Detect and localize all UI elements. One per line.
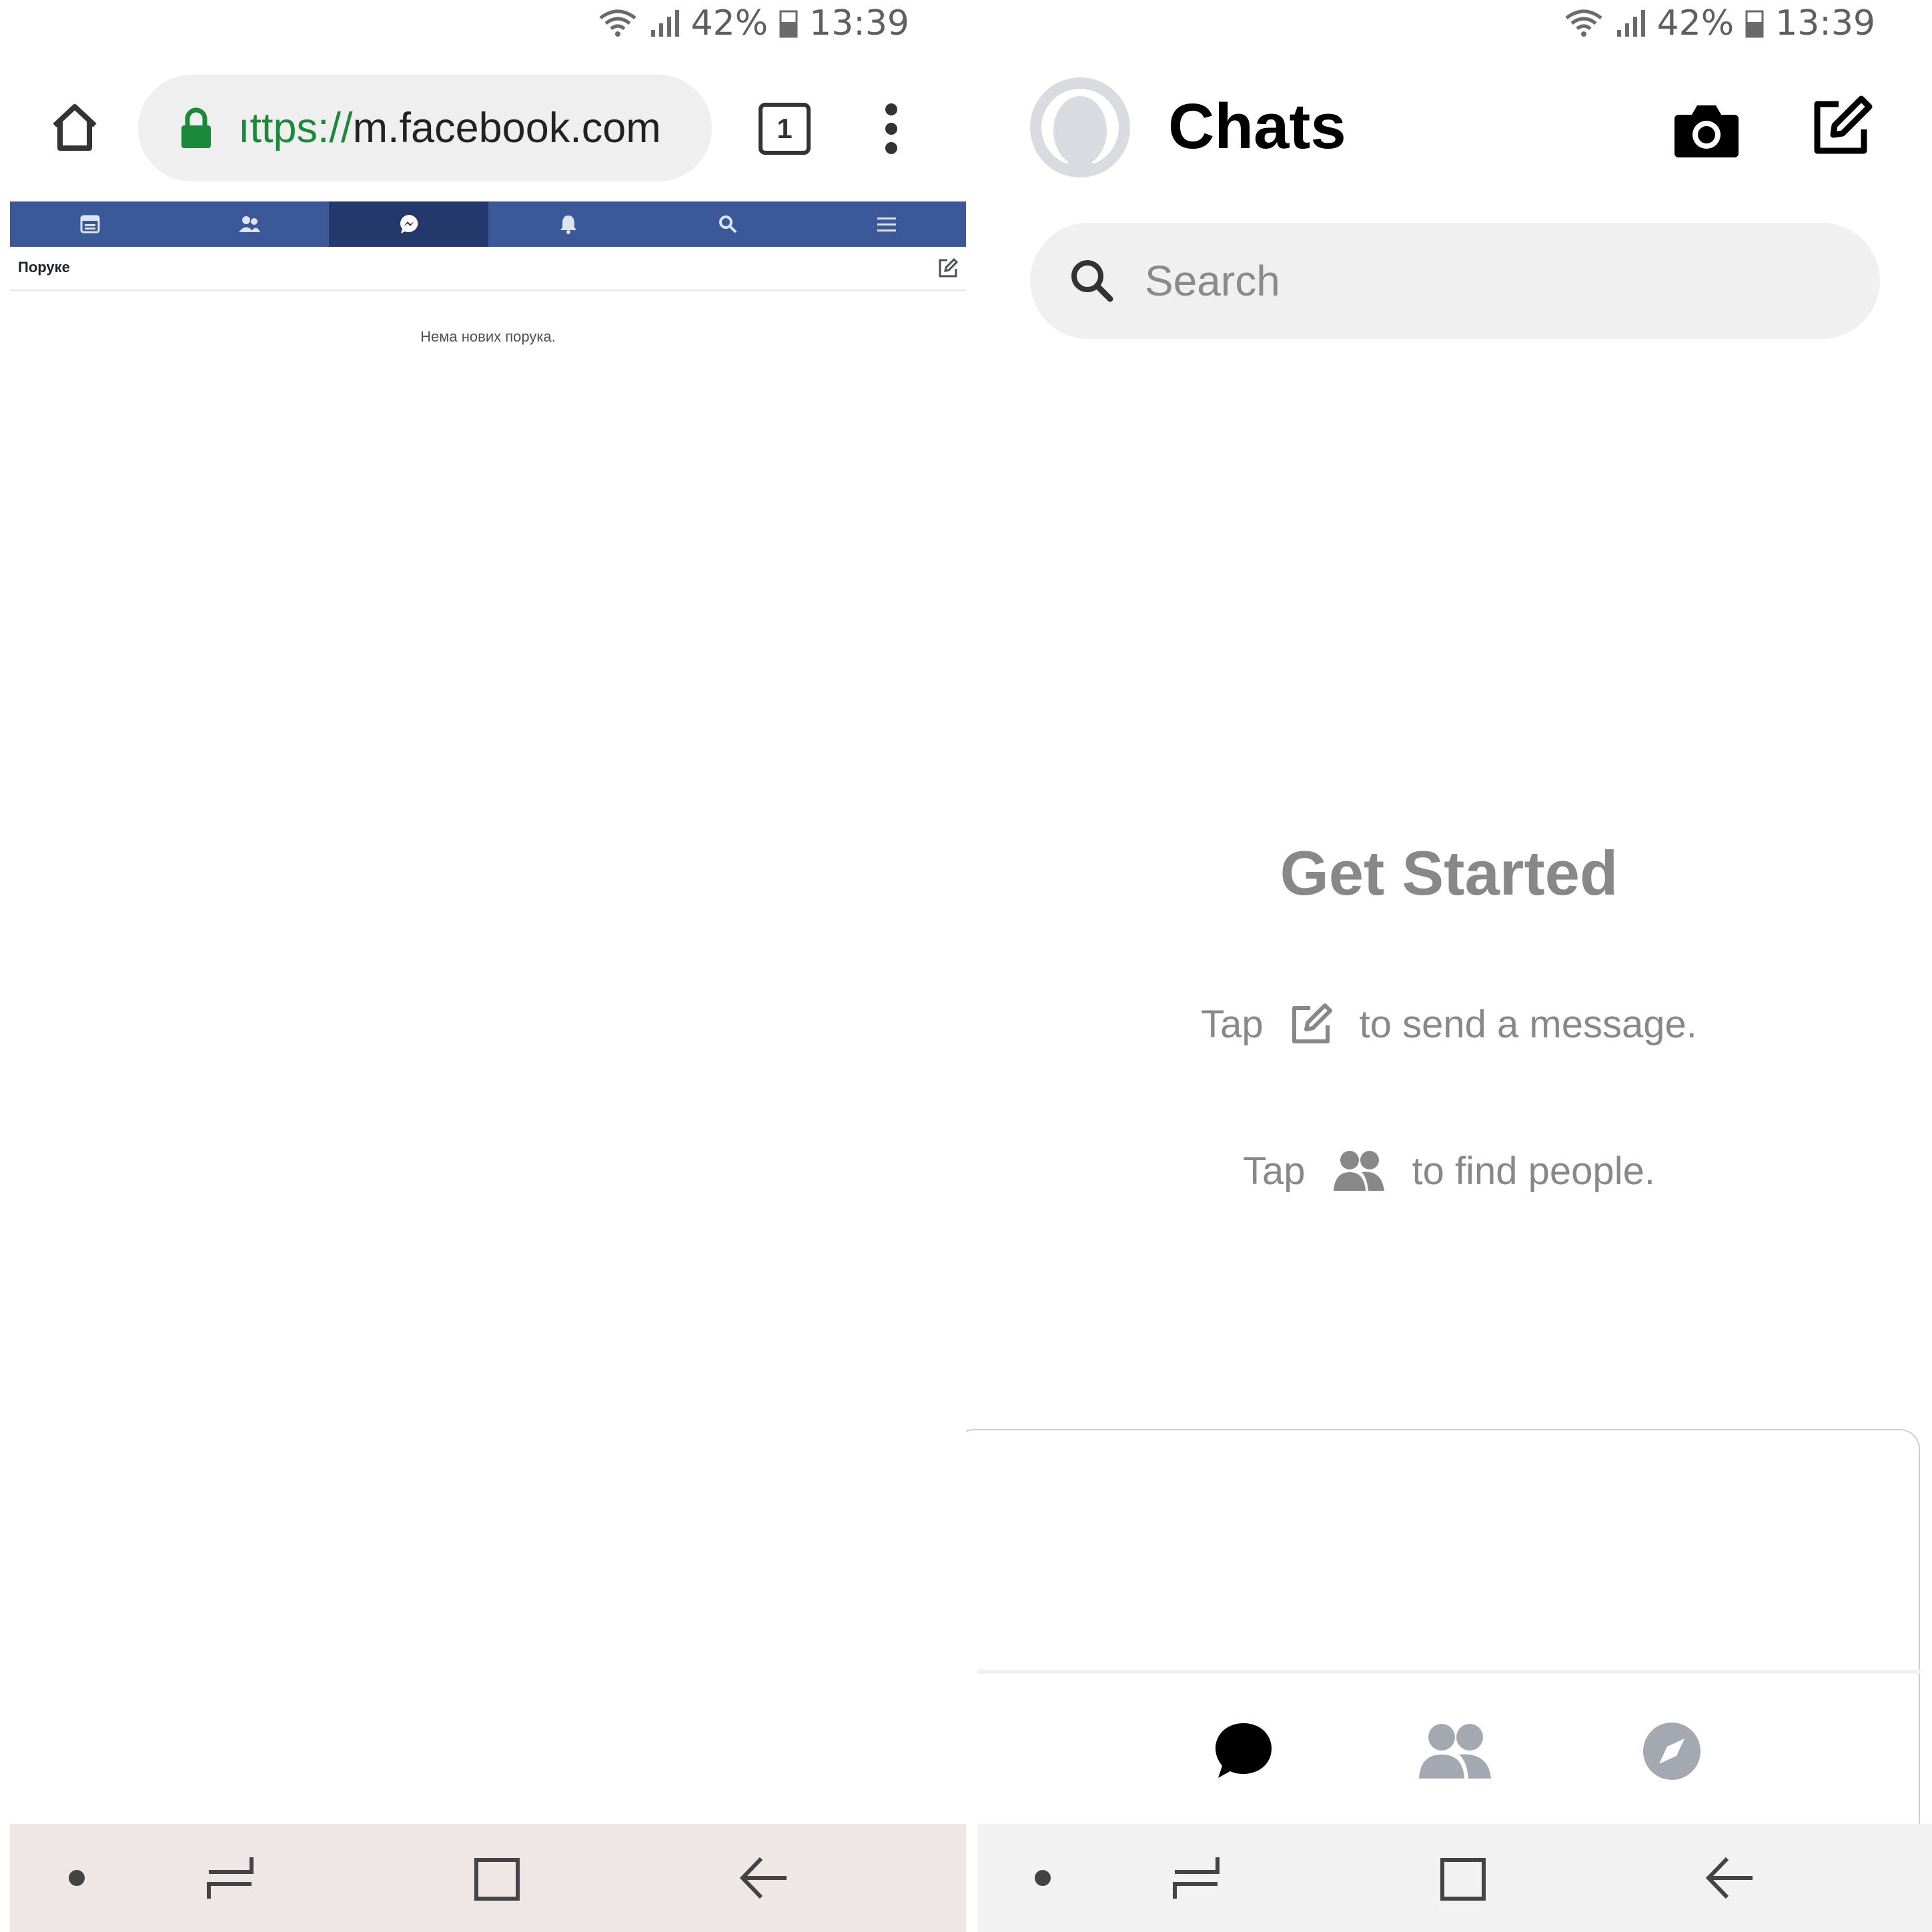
url-text: ıttps://m.facebook.com xyxy=(238,75,698,181)
compass-icon xyxy=(1643,1723,1701,1780)
compose-icon[interactable] xyxy=(937,258,959,279)
url-host: m.facebook.com xyxy=(352,105,661,151)
battery-percent: 42% xyxy=(1656,3,1735,43)
dot-icon xyxy=(69,1870,85,1886)
home-nav-button[interactable] xyxy=(457,1824,537,1932)
nav-news-feed[interactable] xyxy=(10,201,169,247)
chat-bubble-icon xyxy=(1216,1723,1272,1778)
tab-people[interactable] xyxy=(1415,1715,1495,1788)
wifi-icon xyxy=(1565,9,1602,37)
recents-button[interactable] xyxy=(190,1824,270,1932)
recents-button[interactable] xyxy=(1156,1824,1236,1932)
messenger-panel: 42% 13:39 Chats Search Get Started Tap t… xyxy=(966,0,1932,1932)
compose-icon xyxy=(1814,95,1873,154)
status-bar: 42% 13:39 xyxy=(598,0,909,47)
home-nav-button[interactable] xyxy=(1423,1824,1503,1932)
news-feed-icon xyxy=(80,215,99,233)
search-icon xyxy=(718,215,737,233)
camera-icon xyxy=(1674,105,1739,157)
nav-dot-button[interactable] xyxy=(1016,1824,1069,1932)
dot-icon xyxy=(1035,1870,1051,1886)
back-arrow-icon xyxy=(1705,1857,1753,1899)
messenger-icon xyxy=(400,215,418,233)
tab-discover[interactable] xyxy=(1635,1715,1709,1788)
wifi-icon xyxy=(599,9,636,37)
tab-switcher-button[interactable]: 1 xyxy=(753,100,817,157)
avatar[interactable] xyxy=(1030,77,1130,177)
profile-placeholder-icon xyxy=(1041,89,1119,177)
hamburger-icon xyxy=(877,217,896,231)
browser-panel: 42% 13:39 ıttps://m.facebook.com 1 Порук… xyxy=(0,0,966,1932)
battery-icon xyxy=(779,10,798,38)
clock: 13:39 xyxy=(1775,3,1875,43)
nav-notifications[interactable] xyxy=(488,201,648,247)
system-nav-bar xyxy=(10,1824,966,1932)
search-icon xyxy=(1071,260,1113,302)
home-icon xyxy=(53,104,97,151)
compose-icon xyxy=(1292,1003,1332,1043)
facebook-nav-bar xyxy=(10,201,966,247)
messages-header: Поруке xyxy=(10,247,966,291)
url-scheme: ıttps:// xyxy=(238,105,353,151)
search-placeholder: Search xyxy=(1145,257,1280,305)
tip-text: to send a message. xyxy=(1359,1002,1697,1046)
page-title: Chats xyxy=(1168,91,1346,162)
empty-messages-text: Нема нових порука. xyxy=(420,328,556,345)
home-square-icon xyxy=(474,1858,520,1901)
back-button[interactable] xyxy=(724,1824,804,1932)
address-bar[interactable]: ıttps://m.facebook.com xyxy=(138,75,712,181)
status-bar: 42% 13:39 xyxy=(1564,0,1875,47)
home-button[interactable] xyxy=(41,93,108,160)
home-square-icon xyxy=(1440,1858,1486,1901)
nav-menu[interactable] xyxy=(807,201,966,247)
people-icon xyxy=(1419,1724,1491,1779)
system-nav-bar xyxy=(977,1824,1932,1932)
new-message-button[interactable] xyxy=(1808,93,1875,160)
camera-button[interactable] xyxy=(1673,100,1740,160)
menu-button[interactable] xyxy=(871,99,911,159)
nav-dot-button[interactable] xyxy=(50,1824,103,1932)
recents-icon xyxy=(207,1857,254,1899)
battery-percent: 42% xyxy=(690,3,769,43)
lock-icon xyxy=(181,107,211,148)
nav-search[interactable] xyxy=(648,201,807,247)
nav-friends[interactable] xyxy=(169,201,329,247)
search-input[interactable]: Search xyxy=(1030,223,1880,339)
tab-count: 1 xyxy=(759,103,811,155)
signal-icon xyxy=(1616,10,1645,37)
battery-icon xyxy=(1745,10,1764,38)
bell-icon xyxy=(560,215,576,234)
tip-prefix: Tap xyxy=(1243,1149,1306,1193)
back-arrow-icon xyxy=(739,1857,787,1899)
recents-icon xyxy=(1173,1857,1220,1899)
clock: 13:39 xyxy=(809,3,909,43)
tip-prefix: Tap xyxy=(1201,1002,1264,1046)
friends-icon xyxy=(238,216,260,232)
tip-send-message: Tap to send a message. xyxy=(966,997,1932,1051)
tab-chats[interactable] xyxy=(1207,1715,1280,1788)
nav-messages[interactable] xyxy=(329,201,488,247)
page-title: Поруке xyxy=(18,259,70,276)
tip-text: to find people. xyxy=(1412,1149,1655,1193)
people-icon xyxy=(1333,1151,1384,1191)
signal-icon xyxy=(650,10,679,37)
get-started-title: Get Started xyxy=(1280,838,1618,908)
tip-find-people: Tap to find people. xyxy=(966,1144,1932,1197)
more-vert-icon xyxy=(885,103,897,154)
back-button[interactable] xyxy=(1690,1824,1770,1932)
tab-bar-divider xyxy=(977,1670,1921,1674)
